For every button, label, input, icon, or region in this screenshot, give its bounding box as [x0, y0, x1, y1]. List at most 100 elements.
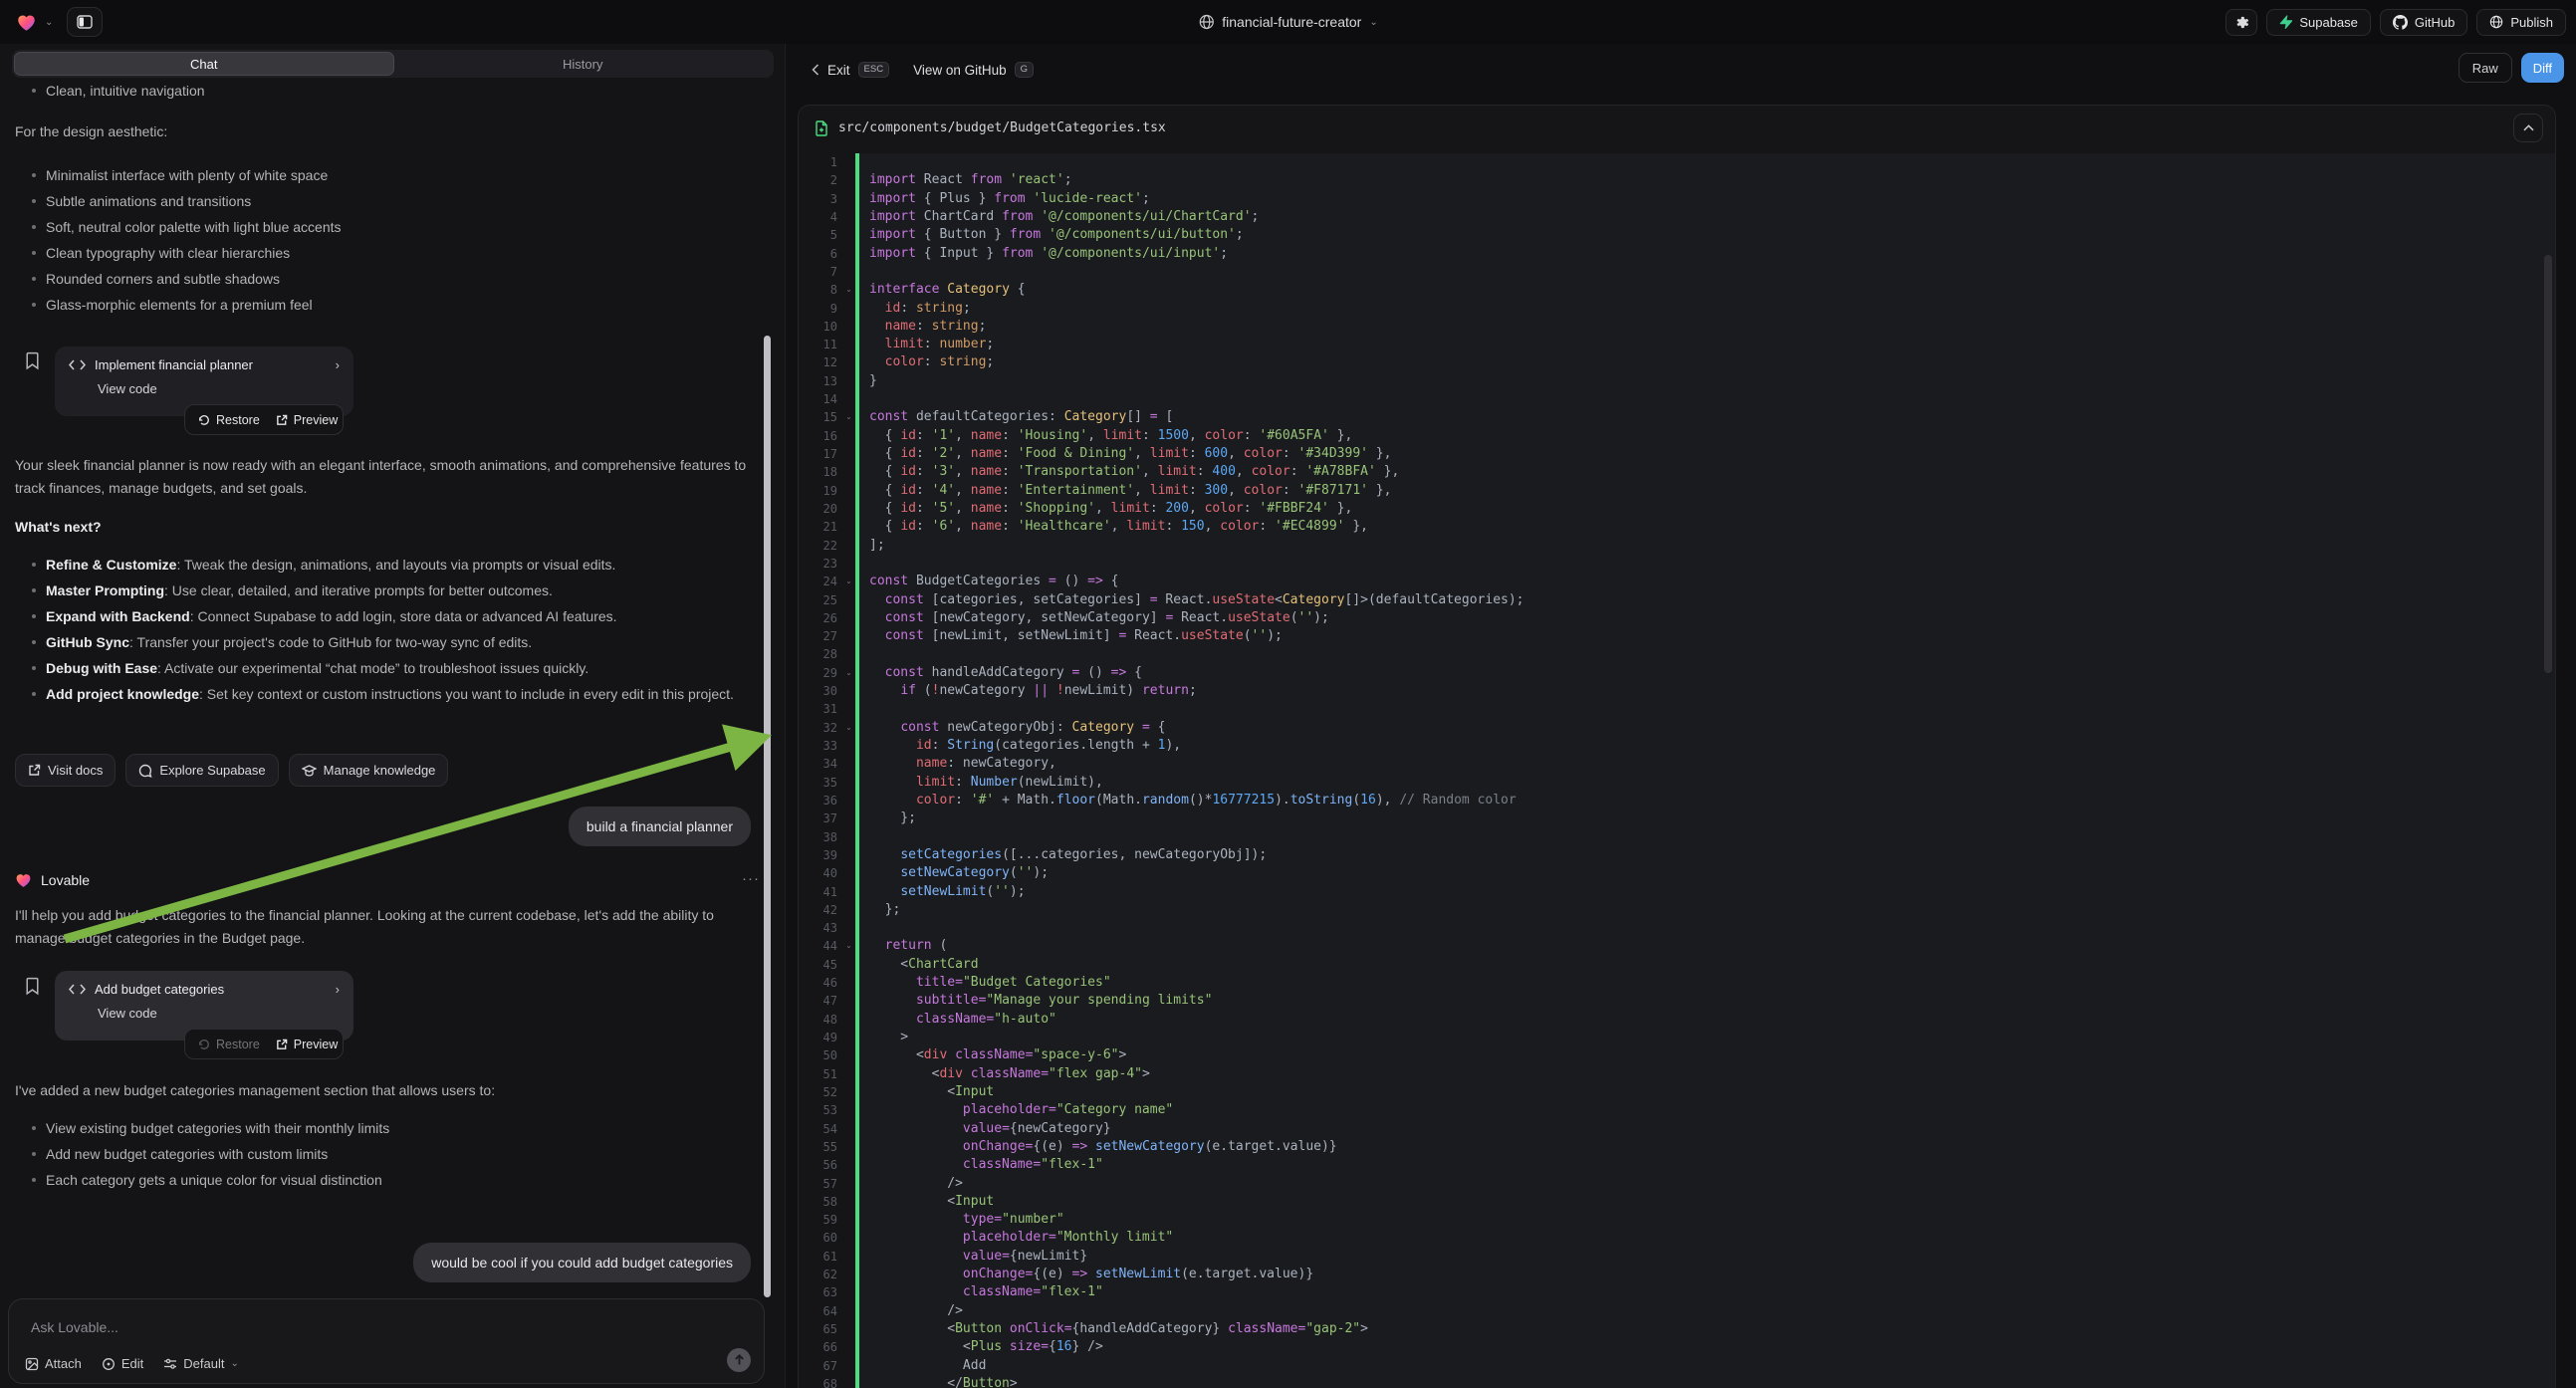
- github-button[interactable]: GitHub: [2380, 9, 2467, 36]
- list-item: Minimalist interface with plenty of whit…: [15, 162, 760, 188]
- line-number: 46: [799, 974, 842, 992]
- publish-globe-icon: [2489, 15, 2503, 29]
- code-line: 18 { id: '3', name: 'Transportation', li…: [799, 463, 2555, 481]
- list-item: Glass-morphic elements for a premium fee…: [15, 292, 760, 318]
- file-added-icon: [815, 120, 828, 136]
- view-code-link[interactable]: View code: [98, 1006, 340, 1021]
- send-button[interactable]: [727, 1348, 751, 1372]
- preview-button[interactable]: Preview: [276, 413, 338, 427]
- code-scrollbar[interactable]: [2544, 255, 2552, 673]
- target-icon: [102, 1357, 116, 1371]
- file-bar[interactable]: src/components/budget/BudgetCategories.t…: [799, 106, 2555, 150]
- line-number: 36: [799, 792, 842, 810]
- code-line: 36 color: '#' + Math.floor(Math.random()…: [799, 792, 2555, 810]
- mode-select[interactable]: Default ⌄: [163, 1356, 239, 1371]
- code-line: 64 />: [799, 1302, 2555, 1320]
- fold-gutter: [842, 1193, 855, 1211]
- fold-toggle-icon[interactable]: ⌄: [842, 937, 855, 955]
- assistant-paragraph: Your sleek financial planner is now read…: [15, 454, 760, 500]
- fold-gutter: [842, 901, 855, 919]
- chevron-down-icon[interactable]: ⌄: [45, 17, 53, 28]
- collapse-button[interactable]: [2513, 114, 2543, 142]
- fold-gutter: [842, 1175, 855, 1193]
- fold-toggle-icon[interactable]: ⌄: [842, 573, 855, 590]
- line-number: 53: [799, 1101, 842, 1119]
- tab-chat[interactable]: Chat: [14, 52, 394, 76]
- line-number: 38: [799, 828, 842, 846]
- composer-placeholder: Ask Lovable...: [31, 1319, 118, 1335]
- code-line: 14: [799, 390, 2555, 408]
- diff-button[interactable]: Diff: [2521, 53, 2564, 83]
- composer[interactable]: Ask Lovable... Attach Edit Default ⌄: [8, 1298, 765, 1384]
- visit-docs-button[interactable]: Visit docs: [15, 754, 116, 787]
- whats-next-list: Refine & Customize: Tweak the design, an…: [15, 552, 760, 707]
- bookmark-icon[interactable]: [25, 351, 40, 370]
- list-item: Add new budget categories with custom li…: [15, 1141, 760, 1167]
- design-heading: For the design aesthetic:: [15, 123, 167, 139]
- attach-button[interactable]: Attach: [25, 1356, 82, 1371]
- list-item: View existing budget categories with the…: [15, 1115, 760, 1141]
- fold-gutter: [842, 700, 855, 718]
- user-message-bubble: build a financial planner: [569, 807, 751, 846]
- fold-gutter: [842, 645, 855, 663]
- fold-gutter: [842, 300, 855, 318]
- fold-gutter: [842, 627, 855, 645]
- line-number: 10: [799, 318, 842, 336]
- explore-supabase-button[interactable]: Explore Supabase: [125, 754, 278, 787]
- fold-gutter: [842, 737, 855, 755]
- code-line: 46 title="Budget Categories": [799, 974, 2555, 992]
- line-number: 4: [799, 208, 842, 226]
- raw-button[interactable]: Raw: [2459, 53, 2512, 83]
- supabase-button[interactable]: Supabase: [2266, 9, 2371, 36]
- bookmark-icon[interactable]: [25, 977, 40, 996]
- line-number: 34: [799, 755, 842, 773]
- fold-gutter: [842, 171, 855, 189]
- edit-button[interactable]: Edit: [102, 1356, 143, 1371]
- tab-history[interactable]: History: [394, 52, 773, 76]
- code-line: 13}: [799, 372, 2555, 390]
- code-line: 60 placeholder="Monthly limit": [799, 1229, 2555, 1247]
- code-icon: [69, 984, 86, 995]
- fold-toggle-icon[interactable]: ⌄: [842, 719, 855, 737]
- restore-button[interactable]: Restore: [198, 413, 260, 427]
- code-line: 17 { id: '2', name: 'Food & Dining', lim…: [799, 445, 2555, 463]
- version-card-toolbar: Restore Preview: [184, 404, 344, 435]
- fold-gutter: [842, 153, 855, 171]
- fold-gutter: [842, 1120, 855, 1138]
- preview-button[interactable]: Preview: [276, 1038, 338, 1051]
- fold-gutter: [842, 1266, 855, 1283]
- manage-knowledge-button[interactable]: Manage knowledge: [289, 754, 449, 787]
- file-viewer: src/components/budget/BudgetCategories.t…: [798, 105, 2556, 1388]
- chat-bubble-icon: [138, 764, 152, 778]
- lovable-logo-icon[interactable]: [16, 13, 37, 32]
- chat-scrollbar[interactable]: [764, 336, 771, 1297]
- fold-gutter: [842, 1248, 855, 1266]
- line-number: 56: [799, 1156, 842, 1174]
- code-line: 51 <div className="flex gap-4">: [799, 1065, 2555, 1083]
- fold-gutter: [842, 463, 855, 481]
- line-number: 7: [799, 263, 842, 281]
- whats-next-heading: What's next?: [15, 519, 102, 535]
- code-line: 6import { Input } from '@/components/ui/…: [799, 245, 2555, 263]
- sidebar-toggle-button[interactable]: [67, 7, 103, 37]
- line-number: 20: [799, 500, 842, 518]
- fold-toggle-icon[interactable]: ⌄: [842, 664, 855, 682]
- code-line: 41 setNewLimit('');: [799, 883, 2555, 901]
- settings-button[interactable]: [2225, 9, 2257, 36]
- fold-toggle-icon[interactable]: ⌄: [842, 408, 855, 426]
- project-switcher[interactable]: financial-future-creator ⌄: [1198, 0, 1377, 44]
- line-number: 9: [799, 300, 842, 318]
- exit-button[interactable]: Exit ESC: [812, 62, 889, 78]
- code-editor[interactable]: 12import React from 'react';3import { Pl…: [799, 150, 2555, 1388]
- view-on-github-button[interactable]: View on GitHub G: [913, 62, 1034, 78]
- message-menu-icon[interactable]: ···: [742, 870, 760, 887]
- line-number: 6: [799, 245, 842, 263]
- publish-button[interactable]: Publish: [2476, 9, 2566, 36]
- view-code-link[interactable]: View code: [98, 381, 340, 396]
- code-line: 20 { id: '5', name: 'Shopping', limit: 2…: [799, 500, 2555, 518]
- line-number: 35: [799, 774, 842, 792]
- fold-toggle-icon[interactable]: ⌄: [842, 281, 855, 299]
- restore-button[interactable]: Restore: [198, 1038, 260, 1051]
- fold-gutter: [842, 591, 855, 609]
- code-line: 54 value={newCategory}: [799, 1120, 2555, 1138]
